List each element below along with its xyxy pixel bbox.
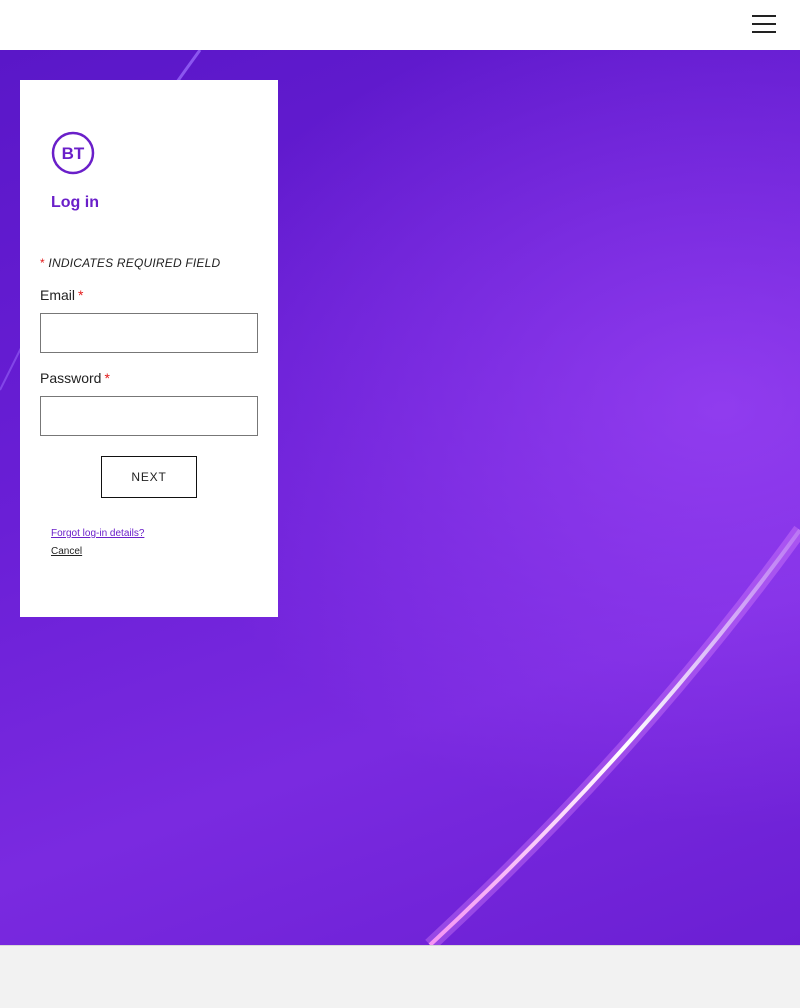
required-asterisk: * <box>78 287 84 303</box>
password-field[interactable] <box>40 396 258 436</box>
email-field[interactable] <box>40 313 258 353</box>
page-footer <box>0 945 800 1008</box>
password-label-text: Password <box>40 370 102 386</box>
password-label: Password * <box>40 370 110 386</box>
bt-logo: BT <box>51 131 95 175</box>
hamburger-menu-icon[interactable] <box>752 15 776 35</box>
menu-bar-line <box>752 15 776 17</box>
next-button[interactable]: NEXT <box>101 456 197 498</box>
email-label-text: Email <box>40 287 76 303</box>
required-asterisk: * <box>40 256 45 270</box>
forgot-login-link[interactable]: Forgot log-in details? <box>51 528 144 539</box>
menu-bar-line <box>752 31 776 33</box>
page-title: Log in <box>51 194 99 211</box>
login-card: BT Log in * INDICATES REQUIRED FIELD Ema… <box>20 80 278 617</box>
required-field-note: * INDICATES REQUIRED FIELD <box>40 256 220 270</box>
email-label: Email * <box>40 287 83 303</box>
top-bar <box>0 0 800 50</box>
svg-text:BT: BT <box>62 144 85 163</box>
required-asterisk: * <box>104 370 110 386</box>
menu-bar-line <box>752 23 776 25</box>
required-note-text: INDICATES REQUIRED FIELD <box>48 256 221 270</box>
cancel-link[interactable]: Cancel <box>51 546 82 557</box>
